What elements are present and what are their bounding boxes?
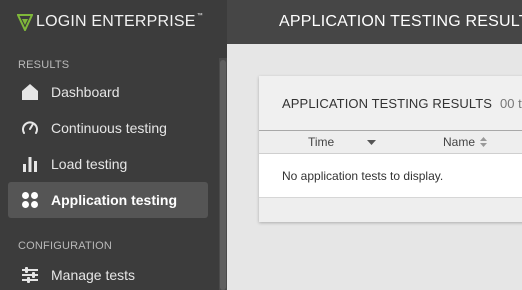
sidebar-item-label: Load testing: [51, 156, 128, 172]
login-logo-icon: [17, 14, 33, 31]
brand-name: LOGIN ENTERPRISE™: [36, 13, 203, 30]
card-footer: [259, 198, 522, 222]
sidebar-scrollbar-thumb[interactable]: [220, 60, 226, 290]
sidebar-item-dashboard[interactable]: Dashboard: [8, 74, 208, 110]
home-icon: [20, 82, 40, 102]
page-title: APPLICATION TESTING RESULTS: [279, 13, 522, 30]
section-header-configuration: CONFIGURATION: [18, 240, 113, 252]
logo: LOGIN ENTERPRISE™: [17, 11, 203, 33]
results-card: APPLICATION TESTING RESULTS 00 tests Tim…: [259, 76, 522, 222]
bar-chart-icon: [20, 154, 40, 174]
sliders-icon: [20, 265, 40, 285]
sidebar-item-label: Continuous testing: [51, 120, 167, 136]
sidebar: LOGIN ENTERPRISE™ RESULTS Dashboard Cont…: [0, 0, 227, 290]
empty-state-message: No application tests to display.: [282, 168, 444, 183]
sidebar-item-application-testing[interactable]: Application testing: [8, 182, 208, 218]
column-header-time[interactable]: Time: [308, 131, 334, 153]
grid-icon: [20, 190, 40, 210]
sidebar-item-label: Dashboard: [51, 84, 120, 100]
column-header-label: Time: [308, 135, 335, 149]
test-count: 00 tests: [500, 95, 522, 111]
sidebar-item-label: Application testing: [51, 192, 177, 208]
top-bar: APPLICATION TESTING RESULTS: [227, 0, 522, 44]
sidebar-item-load-testing[interactable]: Load testing: [8, 146, 208, 182]
section-header-results: RESULTS: [18, 59, 70, 71]
card-header: APPLICATION TESTING RESULTS 00 tests: [259, 76, 522, 130]
table-header: Time Name: [259, 130, 522, 154]
sort-both-icon: [480, 137, 488, 147]
card-title: APPLICATION TESTING RESULTS: [282, 95, 493, 111]
sort-desc-icon[interactable]: [367, 140, 376, 145]
sidebar-item-continuous-testing[interactable]: Continuous testing: [8, 110, 208, 146]
sidebar-item-label: Manage tests: [51, 267, 136, 283]
column-header-name[interactable]: Name: [443, 131, 488, 153]
empty-state-row: No application tests to display.: [259, 154, 522, 198]
column-header-label: Name: [443, 135, 476, 149]
sidebar-item-manage-tests[interactable]: Manage tests: [8, 257, 208, 290]
gauge-icon: [20, 118, 40, 138]
